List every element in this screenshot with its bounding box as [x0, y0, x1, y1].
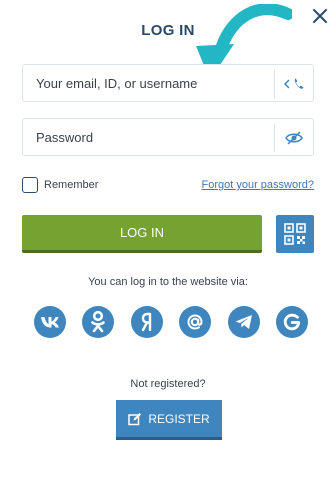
vk-login-button[interactable]: [34, 306, 66, 338]
social-login-row: [34, 306, 308, 338]
field-divider: [274, 124, 275, 152]
yandex-login-button[interactable]: [130, 306, 163, 338]
close-button[interactable]: [310, 6, 330, 26]
qr-code-icon: [284, 223, 306, 245]
eye-slash-icon[interactable]: [283, 130, 305, 146]
password-field[interactable]: Password: [22, 118, 314, 156]
google-icon: [283, 313, 300, 331]
checkbox-box[interactable]: [22, 177, 38, 193]
email-field-placeholder: Your email, ID, or username: [36, 76, 198, 91]
password-field-placeholder: Password: [36, 130, 94, 145]
field-divider: [274, 70, 275, 98]
not-registered-text: Not registered?: [130, 378, 206, 390]
yandex-icon: [141, 312, 151, 332]
register-button-label: REGISTER: [148, 411, 210, 426]
telegram-icon: [235, 315, 252, 329]
social-login-caption: You can log in to the website via:: [88, 276, 248, 288]
remember-label: Remember: [44, 179, 99, 191]
email-field[interactable]: Your email, ID, or username: [22, 64, 314, 102]
close-icon: [313, 9, 327, 23]
mail-at-icon: [187, 314, 203, 330]
edit-icon: [128, 412, 142, 425]
remember-checkbox[interactable]: Remember: [22, 177, 98, 193]
register-button[interactable]: REGISTER: [116, 400, 222, 440]
mail-login-button[interactable]: [179, 306, 212, 338]
google-login-button[interactable]: [275, 306, 308, 338]
vk-icon: [41, 317, 59, 328]
odnoklassniki-icon: [91, 310, 106, 333]
telegram-login-button[interactable]: [227, 306, 260, 338]
odnoklassniki-login-button[interactable]: [82, 306, 115, 338]
phone-toggle-icon[interactable]: [283, 76, 305, 92]
page-title: LOG IN: [141, 22, 195, 39]
login-button[interactable]: LOG IN: [22, 215, 262, 253]
qr-login-button[interactable]: [276, 215, 314, 253]
forgot-password-link[interactable]: Forgot your password?: [202, 179, 315, 191]
